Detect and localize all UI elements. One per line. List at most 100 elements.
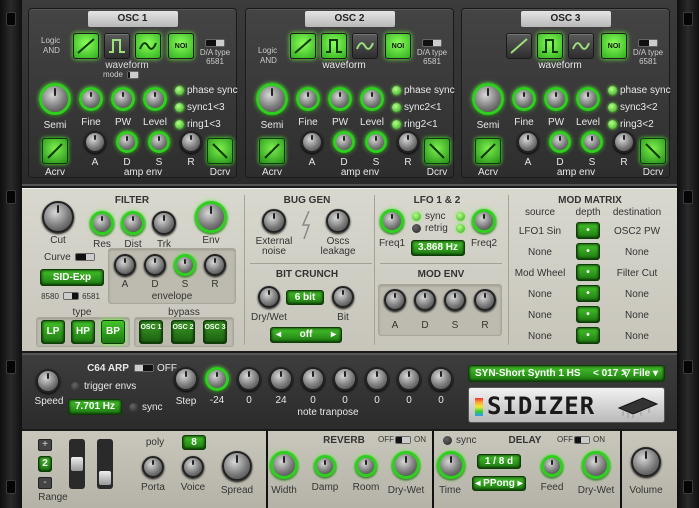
mod-env-release-knob[interactable] [474,289,496,311]
osc2-fine-knob[interactable] [296,87,320,111]
filter-res-knob[interactable] [90,211,114,235]
mod-env-attack-knob[interactable] [384,289,406,311]
matrix-destination[interactable]: None [625,247,649,258]
osc1-saw-button[interactable] [135,33,161,59]
osc2-saw-button[interactable] [352,33,378,59]
matrix-depth-knob[interactable]: • [576,243,600,260]
osc3-decay-knob[interactable] [549,131,571,153]
arp-toggle[interactable] [134,364,154,372]
bypass-osc1-button[interactable]: OSC 1 [139,320,163,344]
transpose-knob[interactable] [429,367,453,391]
osc3-sustain-knob[interactable] [581,131,603,153]
osc3-square-button[interactable] [537,33,563,59]
transpose-knob[interactable] [205,367,229,391]
osc3-level-knob[interactable] [576,87,600,111]
reverb-width-knob[interactable] [270,451,298,479]
osc3-da-toggle[interactable] [638,39,658,47]
reverb-toggle[interactable] [395,436,411,444]
matrix-source[interactable]: None [528,331,552,342]
osc2-attack-curve-button[interactable] [259,138,285,164]
osc2-attack-knob[interactable] [301,131,323,153]
bit-crunch-dry-wet-knob[interactable] [258,286,280,308]
matrix-destination[interactable]: OSC2 PW [614,226,660,237]
spread-knob[interactable] [222,451,252,481]
matrix-source[interactable]: None [528,247,552,258]
osc1-decay-curve-button[interactable] [207,138,233,164]
delay-dry-wet-knob[interactable] [582,451,610,479]
matrix-depth-knob[interactable]: • [576,306,600,323]
arrow-right-icon[interactable]: ▸ [331,328,336,342]
osc1-square-button[interactable] [104,33,130,59]
osc3-saw-button[interactable] [568,33,594,59]
oscs-leakage-knob[interactable] [326,209,350,233]
preset-bar[interactable]: SYN-Short Synth 1 HS < 017 > ▽ File ▾ [468,365,665,382]
osc3-attack-knob[interactable] [517,131,539,153]
filter-cut-knob[interactable] [42,201,74,233]
chip-toggle[interactable] [63,292,79,300]
lfo2-sync-led[interactable] [456,212,465,221]
arp-speed-knob[interactable] [36,369,60,393]
transpose-knob[interactable] [365,367,389,391]
matrix-destination[interactable]: None [625,289,649,300]
lfo-freq1-knob[interactable] [380,209,404,233]
osc2-pw-knob[interactable] [328,87,352,111]
matrix-source[interactable]: None [528,310,552,321]
arp-rate-display[interactable]: 7.701 Hz [68,399,122,415]
filter-dist-knob[interactable] [121,211,145,235]
arrow-left-icon[interactable]: ◂ [475,478,483,489]
filter-decay-knob[interactable] [144,254,166,276]
osc1-decay-knob[interactable] [116,131,138,153]
osc1-attack-curve-button[interactable] [42,138,68,164]
osc2-level-knob[interactable] [360,87,384,111]
ring-led[interactable] [175,120,184,129]
bypass-osc3-button[interactable]: OSC 3 [203,320,227,344]
osc3-pw-knob[interactable] [544,87,568,111]
transpose-knob[interactable] [237,367,261,391]
pitch-wheel[interactable] [69,439,85,489]
transpose-knob[interactable] [301,367,325,391]
osc2-semi-knob[interactable] [256,83,288,115]
osc2-sustain-knob[interactable] [365,131,387,153]
filter-attack-knob[interactable] [114,254,136,276]
preset-name[interactable]: SYN-Short Synth 1 HS [475,368,581,379]
bypass-osc2-button[interactable]: OSC 2 [171,320,195,344]
arp-step-knob[interactable] [174,367,198,391]
sync-led[interactable] [175,103,184,112]
filter-env-knob[interactable] [195,201,227,233]
osc2-noise-button[interactable]: NOI [385,33,411,59]
matrix-destination[interactable]: None [625,310,649,321]
hp-button[interactable]: HP [71,320,95,344]
matrix-source[interactable]: LFO1 Sin [519,226,561,237]
osc1-triangle-button[interactable] [73,33,99,59]
delay-sync-led[interactable] [443,436,452,445]
filter-sustain-knob[interactable] [174,254,196,276]
filter-trk-knob[interactable] [152,211,176,235]
arp-sync-led[interactable] [129,403,138,412]
osc2-square-button[interactable] [321,33,347,59]
external-noise-knob[interactable] [262,209,286,233]
reverb-dry-wet-knob[interactable] [392,451,420,479]
matrix-destination[interactable]: Filter Cut [617,268,658,279]
porta-knob[interactable] [142,456,164,478]
osc1-sustain-knob[interactable] [148,131,170,153]
mod-env-sustain-knob[interactable] [444,289,466,311]
curve-toggle[interactable] [75,253,95,261]
osc3-fine-knob[interactable] [512,87,536,111]
sync-led[interactable] [392,103,401,112]
range-plus-button[interactable]: + [38,439,52,451]
mod-env-decay-knob[interactable] [414,289,436,311]
phase-sync-led[interactable] [175,86,184,95]
bit-crunch-mode-select[interactable]: ◂ off ▸ [270,327,342,343]
osc3-semi-knob[interactable] [472,83,504,115]
phase-sync-led[interactable] [392,86,401,95]
osc3-decay-curve-button[interactable] [640,138,666,164]
matrix-depth-knob[interactable]: • [576,222,600,239]
osc1-da-toggle[interactable] [205,39,225,47]
bits-display[interactable]: 6 bit [286,290,324,305]
ring-led[interactable] [608,120,617,129]
delay-toggle[interactable] [574,436,590,444]
lfo-rate-display[interactable]: 3.868 Hz [411,240,465,256]
osc2-decay-curve-button[interactable] [424,138,450,164]
bp-button[interactable]: BP [101,320,125,344]
delay-feed-knob[interactable] [541,455,563,477]
